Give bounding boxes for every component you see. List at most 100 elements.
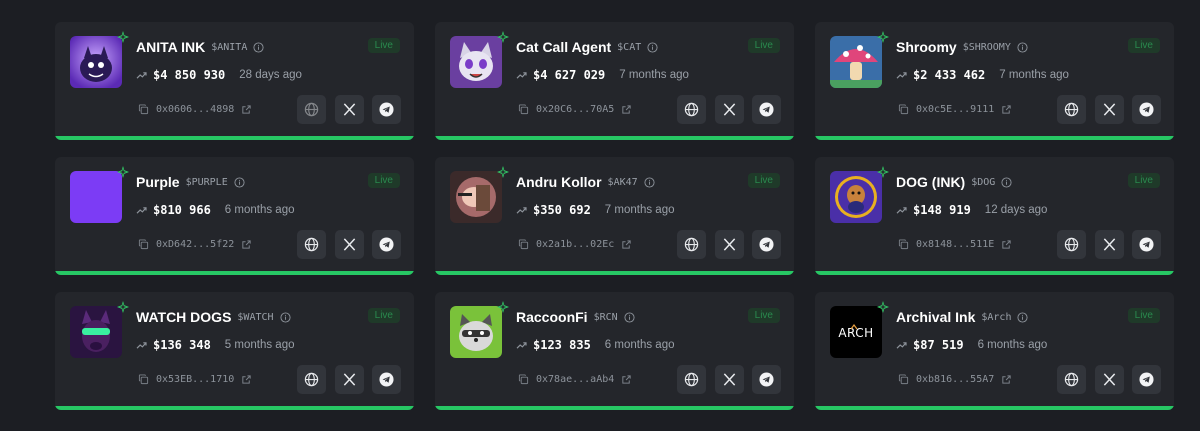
external-link-icon[interactable] <box>621 374 632 385</box>
website-button[interactable] <box>297 230 326 259</box>
live-status-badge: Live <box>367 173 400 188</box>
external-link-icon[interactable] <box>241 374 252 385</box>
live-status-badge: Live <box>747 38 780 53</box>
website-button[interactable] <box>297 365 326 394</box>
token-title-row: Andru Kollor $AK47 <box>516 174 655 190</box>
telegram-button[interactable] <box>1132 95 1161 124</box>
token-grid: ANITA INK $ANITA Live $4 850 930 28 days… <box>0 0 1200 431</box>
copy-icon[interactable] <box>898 374 909 385</box>
info-icon[interactable] <box>279 311 291 323</box>
website-button[interactable] <box>677 230 706 259</box>
token-name[interactable]: Shroomy <box>896 39 957 55</box>
x-twitter-button[interactable] <box>1095 230 1124 259</box>
website-button[interactable] <box>297 95 326 124</box>
x-logo-icon <box>342 237 357 252</box>
external-link-icon[interactable] <box>621 239 632 250</box>
progress-bar <box>435 136 794 140</box>
copy-icon[interactable] <box>518 374 529 385</box>
external-link-icon[interactable] <box>1001 239 1012 250</box>
x-logo-icon <box>722 102 737 117</box>
live-status-badge: Live <box>1127 308 1160 323</box>
website-button[interactable] <box>1057 95 1086 124</box>
info-icon[interactable] <box>1001 176 1012 188</box>
contract-address[interactable]: 0x8148...511E <box>916 239 994 250</box>
telegram-button[interactable] <box>752 365 781 394</box>
trend-up-icon <box>136 341 147 350</box>
contract-address[interactable]: 0xD642...5f22 <box>156 239 234 250</box>
copy-icon[interactable] <box>138 104 149 115</box>
website-button[interactable] <box>677 95 706 124</box>
token-card[interactable]: RaccoonFi $RCN Live $123 835 6 months ag… <box>435 292 794 410</box>
info-icon[interactable] <box>234 176 245 188</box>
info-icon[interactable] <box>624 311 635 323</box>
website-button[interactable] <box>677 365 706 394</box>
external-link-icon[interactable] <box>1001 374 1012 385</box>
progress-bar <box>55 406 414 410</box>
token-name[interactable]: RaccoonFi <box>516 309 588 325</box>
arch-logo-avatar: ARCH <box>830 306 882 358</box>
token-name[interactable]: Purple <box>136 174 180 190</box>
info-icon[interactable] <box>253 41 264 53</box>
token-card[interactable]: Shroomy $SHROOMY Live $2 433 462 7 month… <box>815 22 1174 140</box>
token-name[interactable]: Andru Kollor <box>516 174 602 190</box>
token-card[interactable]: DOG (INK) $DOG Live $148 919 12 days ago… <box>815 157 1174 275</box>
x-twitter-button[interactable] <box>335 365 364 394</box>
copy-icon[interactable] <box>898 104 909 115</box>
telegram-button[interactable] <box>372 365 401 394</box>
contract-address[interactable]: 0x20C6...70A5 <box>536 104 614 115</box>
external-link-icon[interactable] <box>621 104 632 115</box>
info-icon[interactable] <box>1017 311 1029 323</box>
copy-icon[interactable] <box>518 239 529 250</box>
market-cap-value: $2 433 462 <box>913 68 986 82</box>
token-name[interactable]: ANITA INK <box>136 39 205 55</box>
x-twitter-button[interactable] <box>715 95 744 124</box>
token-card[interactable]: Purple $PURPLE Live $810 966 6 months ag… <box>55 157 414 275</box>
external-link-icon[interactable] <box>241 239 252 250</box>
copy-icon[interactable] <box>898 239 909 250</box>
token-name[interactable]: WATCH DOGS <box>136 309 231 325</box>
external-link-icon[interactable] <box>1001 104 1012 115</box>
token-card[interactable]: ANITA INK $ANITA Live $4 850 930 28 days… <box>55 22 414 140</box>
x-twitter-button[interactable] <box>335 230 364 259</box>
telegram-button[interactable] <box>372 230 401 259</box>
x-twitter-button[interactable] <box>1095 365 1124 394</box>
info-icon[interactable] <box>647 41 658 53</box>
telegram-button[interactable] <box>1132 230 1161 259</box>
token-card[interactable]: WATCH DOGS $WATCH Live $136 348 5 months… <box>55 292 414 410</box>
token-ticker: $AK47 <box>607 176 638 188</box>
token-name[interactable]: DOG (INK) <box>896 174 965 190</box>
token-card[interactable]: Andru Kollor $AK47 Live $350 692 7 month… <box>435 157 794 275</box>
copy-icon[interactable] <box>138 374 149 385</box>
x-twitter-button[interactable] <box>1095 95 1124 124</box>
dog-avatar <box>830 171 882 223</box>
token-card[interactable]: Cat Call Agent $CAT Live $4 627 029 7 mo… <box>435 22 794 140</box>
globe-icon <box>1064 237 1079 252</box>
x-twitter-button[interactable] <box>335 95 364 124</box>
website-button[interactable] <box>1057 365 1086 394</box>
contract-address[interactable]: 0x78ae...aAb4 <box>536 374 614 385</box>
info-icon[interactable] <box>1017 41 1028 53</box>
contract-address[interactable]: 0x0606...4898 <box>156 104 234 115</box>
copy-icon[interactable] <box>518 104 529 115</box>
contract-address[interactable]: 0xb816...55A7 <box>916 374 994 385</box>
token-name[interactable]: Cat Call Agent <box>516 39 611 55</box>
external-link-icon[interactable] <box>241 104 252 115</box>
verified-sparkle-icon <box>497 301 509 313</box>
token-stats-row: $4 850 930 28 days ago <box>136 68 302 82</box>
token-age: 6 months ago <box>224 204 295 216</box>
telegram-button[interactable] <box>752 95 781 124</box>
token-age: 7 months ago <box>604 204 675 216</box>
telegram-button[interactable] <box>372 95 401 124</box>
info-icon[interactable] <box>644 176 655 188</box>
copy-icon[interactable] <box>138 239 149 250</box>
contract-address[interactable]: 0x53EB...1710 <box>156 374 234 385</box>
telegram-button[interactable] <box>1132 365 1161 394</box>
contract-address[interactable]: 0x2a1b...02Ec <box>536 239 614 250</box>
x-twitter-button[interactable] <box>715 365 744 394</box>
x-twitter-button[interactable] <box>715 230 744 259</box>
website-button[interactable] <box>1057 230 1086 259</box>
telegram-button[interactable] <box>752 230 781 259</box>
token-name[interactable]: Archival Ink <box>896 309 975 325</box>
contract-address[interactable]: 0x0c5E...9111 <box>916 104 994 115</box>
token-card[interactable]: ARCH Archival Ink $Arch Live $87 519 6 m… <box>815 292 1174 410</box>
